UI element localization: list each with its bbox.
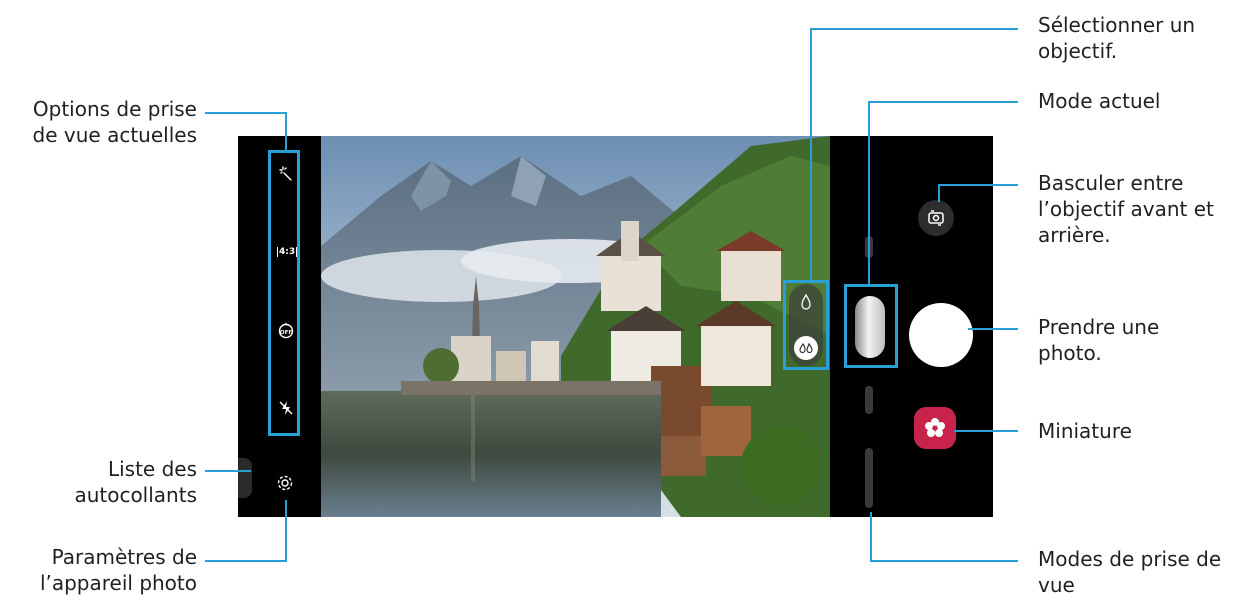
options-callout-line bbox=[205, 112, 287, 114]
flower-icon[interactable] bbox=[914, 407, 956, 449]
current-options-highlight bbox=[268, 150, 300, 436]
settings-callout-line bbox=[205, 560, 287, 562]
options-callout-line bbox=[285, 112, 287, 150]
modes-label-line2: vue bbox=[1038, 573, 1075, 597]
settings-label-line2: l’appareil photo bbox=[39, 571, 197, 595]
modes-callout-line bbox=[870, 560, 1018, 562]
lens-label-line1: Sélectionner un bbox=[1038, 13, 1196, 37]
switch-label-line1: Basculer entre bbox=[1038, 171, 1184, 195]
capture-label: Prendre une photo. bbox=[1038, 314, 1159, 366]
switch-label-line3: arrière. bbox=[1038, 223, 1111, 247]
settings-callout-line bbox=[285, 500, 287, 562]
settings-label-line1: Paramètres de bbox=[51, 545, 197, 569]
camera-switch-icon[interactable] bbox=[918, 200, 954, 236]
aspect-ratio-label: 4:3 bbox=[277, 247, 298, 257]
mode-callout-line bbox=[868, 101, 1018, 103]
switch-label-line2: l’objectif avant et bbox=[1038, 197, 1214, 221]
lens-label-line2: objectif. bbox=[1038, 39, 1118, 63]
capture-label-line1: Prendre une bbox=[1038, 315, 1160, 339]
switch-callout-line bbox=[938, 184, 1018, 186]
lens-label: Sélectionner un objectif. bbox=[1038, 12, 1195, 64]
timer-off-icon[interactable]: OFF bbox=[277, 322, 295, 340]
lens-callout-line bbox=[810, 28, 1018, 30]
modes-callout-line bbox=[870, 512, 872, 562]
modes-label-line1: Modes de prise de bbox=[1038, 547, 1222, 571]
settings-label: Paramètres de l’appareil photo bbox=[40, 544, 197, 596]
aspect-ratio-icon[interactable]: 4:3 bbox=[277, 243, 298, 261]
thumbnail-label: Miniature bbox=[1038, 419, 1132, 443]
options-label-line2: de vue actuelles bbox=[32, 123, 197, 147]
viewfinder-preview[interactable] bbox=[321, 136, 830, 517]
flash-off-icon[interactable] bbox=[277, 399, 295, 417]
stickers-label: Liste des autocollants bbox=[74, 456, 197, 508]
shutter-button[interactable] bbox=[909, 303, 973, 367]
magic-wand-icon[interactable] bbox=[277, 164, 295, 182]
capture-label-line2: photo. bbox=[1038, 341, 1102, 365]
shooting-modes-list[interactable] bbox=[865, 448, 873, 508]
switch-callout-line bbox=[938, 184, 940, 202]
thumbnail-callout-line bbox=[954, 430, 1018, 432]
stickers-list-handle[interactable] bbox=[238, 458, 252, 498]
modes-label: Modes de prise de vue bbox=[1038, 546, 1221, 598]
lens-selector-highlight bbox=[783, 280, 829, 370]
mode-callout-line bbox=[868, 101, 870, 284]
stickers-label-line1: Liste des bbox=[107, 457, 197, 481]
switch-label: Basculer entre l’objectif avant et arriè… bbox=[1038, 170, 1214, 248]
capture-callout-line bbox=[968, 328, 1018, 330]
stickers-label-line2: autocollants bbox=[74, 483, 197, 507]
stickers-callout-line bbox=[205, 470, 251, 472]
gear-icon[interactable] bbox=[276, 474, 294, 492]
camera-screen: 4:3 OFF bbox=[238, 136, 993, 517]
mode-label: Mode actuel bbox=[1038, 89, 1161, 113]
lens-callout-line bbox=[810, 28, 812, 280]
options-label: Options de prise de vue actuelles bbox=[33, 96, 197, 148]
timer-off-label: OFF bbox=[280, 330, 292, 336]
current-mode-highlight bbox=[844, 284, 898, 368]
options-label-line1: Options de prise bbox=[32, 97, 197, 121]
left-control-bar: 4:3 OFF bbox=[238, 136, 321, 517]
mode-indicator-below bbox=[865, 386, 873, 414]
